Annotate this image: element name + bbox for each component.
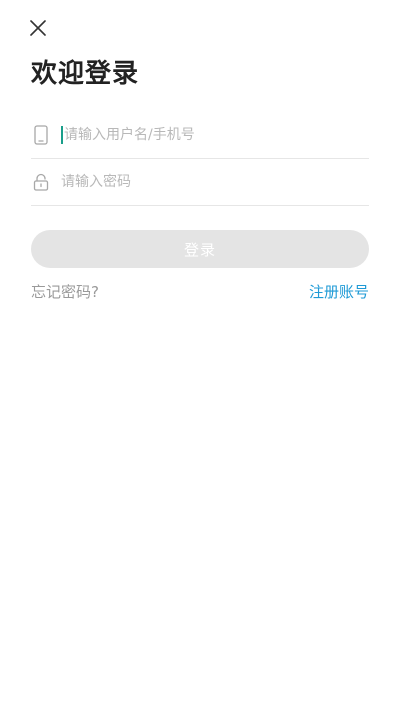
register-link[interactable]: 注册账号 [309,281,369,302]
password-input[interactable] [61,167,369,197]
lock-icon [31,171,51,193]
close-button[interactable] [24,14,52,42]
forgot-password-link[interactable]: 忘记密码? [31,281,99,302]
phone-field[interactable] [31,112,369,159]
username-input[interactable] [64,120,369,150]
close-icon [30,20,46,36]
text-cursor [61,126,63,144]
password-field[interactable] [31,159,369,206]
login-button[interactable]: 登录 [31,230,369,268]
page-title: 欢迎登录 [31,59,140,89]
phone-icon [31,124,51,146]
auth-links: 忘记密码? 注册账号 [31,280,369,302]
